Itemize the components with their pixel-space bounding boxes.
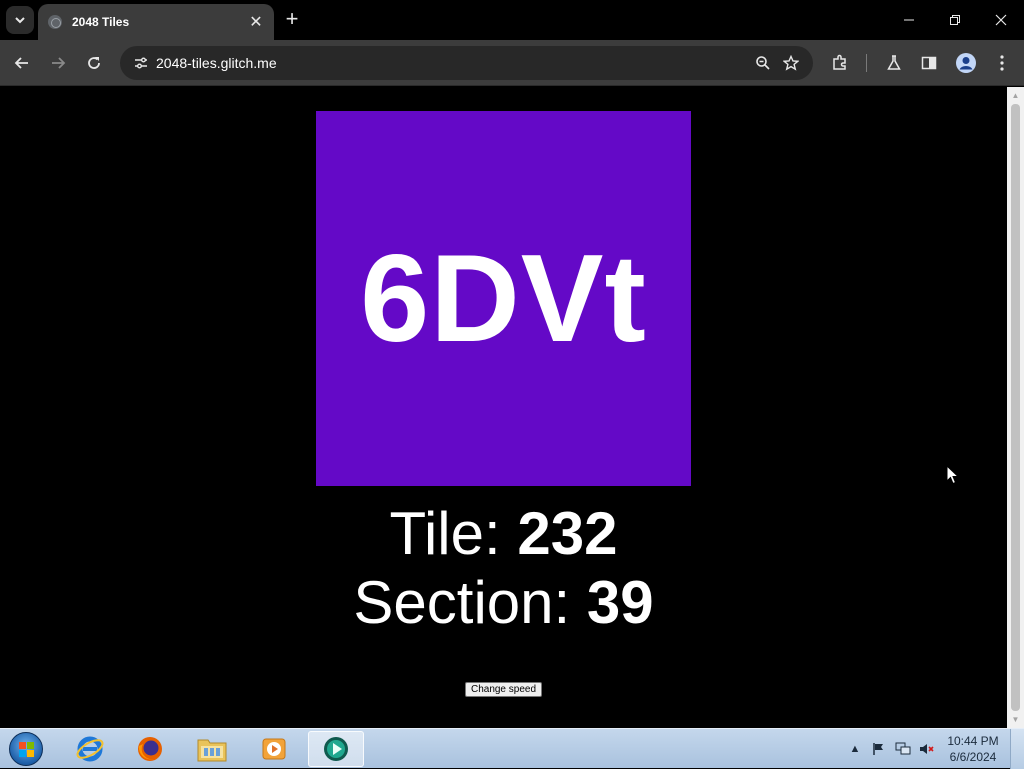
tab-title: 2048 Tiles	[72, 15, 130, 29]
section-counter: Section: 39	[0, 570, 1007, 636]
folder-icon	[197, 739, 227, 762]
firefox-icon	[138, 737, 162, 761]
tile-text: 6DVt	[360, 229, 647, 368]
close-icon	[995, 14, 1007, 26]
scroll-up-arrow-icon[interactable]: ▲	[1007, 87, 1024, 104]
media-center-icon	[324, 737, 348, 761]
browser-tab[interactable]: 2048 Tiles ✕	[38, 4, 274, 40]
reload-icon	[88, 57, 100, 69]
change-speed-button[interactable]: Change speed	[465, 682, 542, 697]
extensions-icon[interactable]	[826, 49, 854, 77]
clock-date: 6/6/2024	[949, 750, 997, 764]
close-window-button[interactable]	[978, 0, 1024, 40]
browser-title-bar: 2048 Tiles ✕ +	[0, 0, 1024, 40]
zoom-icon[interactable]	[749, 49, 777, 77]
taskbar-media-player[interactable]	[246, 731, 302, 767]
taskbar-internet-explorer[interactable]	[62, 731, 118, 767]
taskbar-file-explorer[interactable]	[184, 731, 240, 767]
tray-expand-icon[interactable]: ▲	[846, 740, 864, 758]
scroll-down-arrow-icon[interactable]: ▼	[1007, 711, 1024, 728]
system-tray: ▲	[840, 729, 940, 769]
scrollbar-thumb[interactable]	[1011, 104, 1020, 711]
internet-explorer-icon	[76, 736, 104, 762]
browser-toolbar: 2048-tiles.glitch.me	[0, 40, 1024, 86]
mouse-cursor-icon	[946, 465, 960, 485]
reload-button[interactable]	[79, 48, 109, 78]
tile-label: Tile:	[389, 500, 518, 567]
menu-kebab-icon[interactable]	[988, 49, 1016, 77]
page-content: 6DVt Tile: 232 Section: 39 Change speed	[0, 87, 1007, 728]
arrow-left-icon	[14, 57, 28, 69]
profile-avatar-icon[interactable]	[952, 49, 980, 77]
volume-muted-icon[interactable]	[918, 740, 936, 758]
tab-search-button[interactable]	[6, 6, 34, 34]
clock-time: 10:44 PM	[947, 734, 999, 748]
taskbar-firefox[interactable]	[122, 731, 178, 767]
back-button[interactable]	[7, 48, 37, 78]
new-tab-button[interactable]: +	[280, 8, 304, 32]
network-icon[interactable]	[894, 740, 912, 758]
vertical-scrollbar[interactable]: ▲ ▼	[1007, 87, 1024, 728]
url-text[interactable]: 2048-tiles.glitch.me	[156, 55, 749, 71]
section-number: 39	[586, 569, 654, 636]
address-bar[interactable]: 2048-tiles.glitch.me	[120, 46, 813, 80]
bookmark-star-icon[interactable]	[777, 49, 805, 77]
tile-counter: Tile: 232	[0, 501, 1007, 567]
arrow-right-icon	[52, 57, 66, 69]
labs-flask-icon[interactable]	[880, 49, 908, 77]
side-panel-icon[interactable]	[915, 49, 943, 77]
toolbar-divider	[866, 54, 867, 72]
section-label: Section:	[353, 569, 587, 636]
windows-taskbar: ▲ 10:44 PM 6/6/2024	[0, 728, 1024, 769]
action-center-flag-icon[interactable]	[870, 740, 888, 758]
minimize-button[interactable]	[886, 0, 932, 40]
restore-icon	[950, 15, 960, 25]
restore-button[interactable]	[932, 0, 978, 40]
forward-button[interactable]	[43, 48, 73, 78]
site-info-icon[interactable]	[128, 50, 154, 76]
tile-number: 232	[517, 500, 618, 567]
media-player-icon	[262, 738, 286, 760]
tile-card: 6DVt	[316, 111, 691, 486]
minimize-icon	[904, 19, 914, 21]
taskbar-active-app[interactable]	[308, 731, 364, 767]
chevron-down-icon	[15, 17, 25, 24]
system-clock[interactable]: 10:44 PM 6/6/2024	[940, 733, 1006, 765]
globe-icon	[48, 15, 62, 29]
windows-logo-icon	[9, 732, 43, 766]
start-button[interactable]	[6, 731, 46, 767]
show-desktop-button[interactable]	[1010, 729, 1024, 769]
tab-close-icon[interactable]: ✕	[246, 12, 266, 32]
